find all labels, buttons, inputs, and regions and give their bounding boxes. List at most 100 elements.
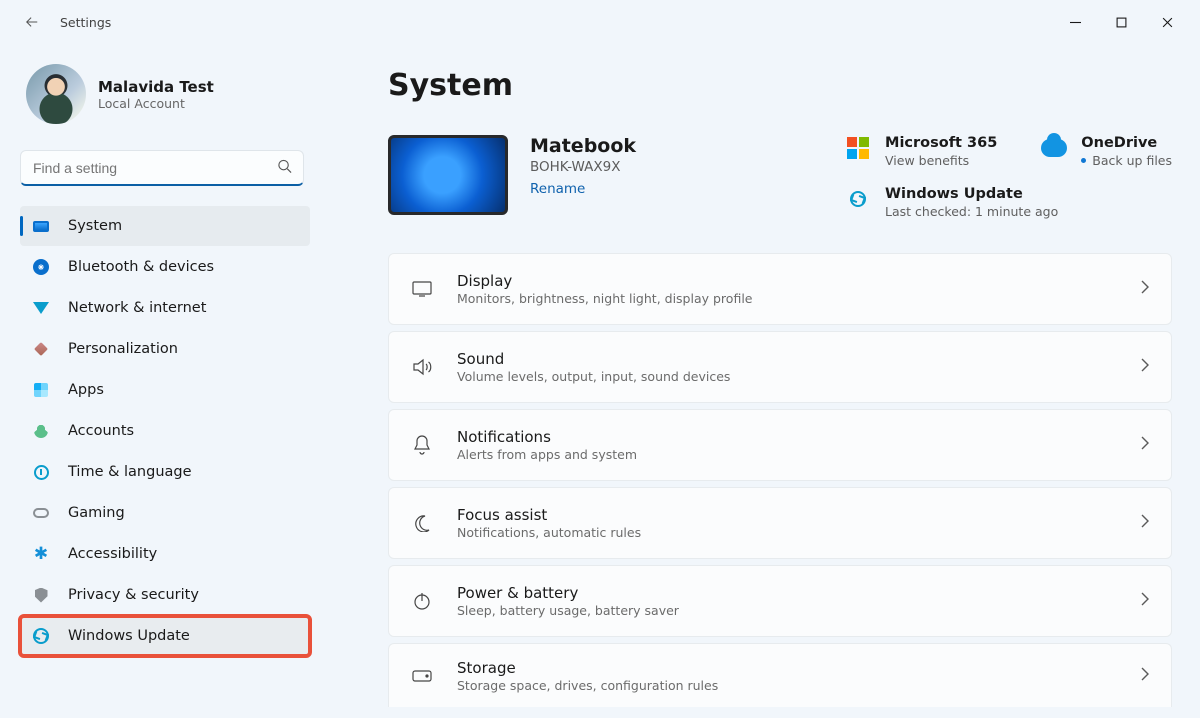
window-maximize-button[interactable] <box>1098 7 1144 37</box>
app-title: Settings <box>60 15 111 30</box>
main-content: System Matebook BOHK-WAX9X Rename Micros… <box>320 44 1200 707</box>
card-title: Notifications <box>457 428 637 446</box>
update-icon <box>845 186 871 212</box>
card-storage[interactable]: StorageStorage space, drives, configurat… <box>388 643 1172 707</box>
bell-icon <box>411 435 433 455</box>
promo-title: Microsoft 365 <box>885 135 997 151</box>
search-icon <box>277 159 292 178</box>
chevron-right-icon <box>1141 667 1149 685</box>
promo-windows-update[interactable]: Windows Update Last checked: 1 minute ag… <box>845 186 1172 219</box>
card-notifications[interactable]: NotificationsAlerts from apps and system <box>388 409 1172 481</box>
rename-link[interactable]: Rename <box>530 181 636 197</box>
apps-icon <box>32 381 50 399</box>
card-sub: Sleep, battery usage, battery saver <box>457 603 679 618</box>
chevron-right-icon <box>1141 280 1149 298</box>
power-icon <box>411 592 433 610</box>
card-sub: Alerts from apps and system <box>457 447 637 462</box>
display-icon <box>411 281 433 297</box>
sidebar-item-personalization[interactable]: Personalization <box>20 329 310 369</box>
accessibility-icon: ✱ <box>32 545 50 563</box>
moon-icon <box>411 514 433 532</box>
nav: System ⁕ Bluetooth & devices Network & i… <box>20 206 310 656</box>
search-input[interactable] <box>20 150 304 186</box>
card-focus[interactable]: Focus assistNotifications, automatic rul… <box>388 487 1172 559</box>
sidebar-item-privacy[interactable]: Privacy & security <box>20 575 310 615</box>
card-power[interactable]: Power & batterySleep, battery usage, bat… <box>388 565 1172 637</box>
card-display[interactable]: DisplayMonitors, brightness, night light… <box>388 253 1172 325</box>
maximize-icon <box>1116 17 1127 28</box>
promo-sub: Back up files <box>1081 153 1172 168</box>
promo-title: Windows Update <box>885 186 1058 202</box>
promo-microsoft365[interactable]: Microsoft 365 View benefits <box>845 135 997 168</box>
titlebar: Settings <box>0 0 1200 44</box>
card-title: Storage <box>457 659 718 677</box>
search-wrap <box>20 150 304 186</box>
card-sub: Storage space, drives, configuration rul… <box>457 678 718 693</box>
shield-icon <box>32 586 50 604</box>
sidebar-item-label: Accessibility <box>68 546 157 562</box>
chevron-right-icon <box>1141 358 1149 376</box>
sidebar: Malavida Test Local Account System ⁕ Blu… <box>0 44 320 707</box>
profile-block[interactable]: Malavida Test Local Account <box>20 60 310 134</box>
sidebar-item-gaming[interactable]: Gaming <box>20 493 310 533</box>
promo-sub: Last checked: 1 minute ago <box>885 204 1058 219</box>
sidebar-item-time[interactable]: Time & language <box>20 452 310 492</box>
sidebar-item-label: System <box>68 218 122 234</box>
window-close-button[interactable] <box>1144 7 1190 37</box>
sidebar-item-label: Time & language <box>68 464 192 480</box>
arrow-left-icon <box>25 15 39 29</box>
sidebar-item-accessibility[interactable]: ✱ Accessibility <box>20 534 310 574</box>
microsoft-logo-icon <box>845 135 871 161</box>
sidebar-item-label: Windows Update <box>68 628 190 644</box>
sidebar-item-accounts[interactable]: Accounts <box>20 411 310 451</box>
sidebar-item-label: Network & internet <box>68 300 206 316</box>
promo-sub: View benefits <box>885 153 997 168</box>
update-icon <box>32 627 50 645</box>
sidebar-item-label: Personalization <box>68 341 178 357</box>
window-minimize-button[interactable] <box>1052 7 1098 37</box>
card-title: Power & battery <box>457 584 679 602</box>
card-title: Focus assist <box>457 506 641 524</box>
sidebar-item-windows-update[interactable]: Windows Update <box>20 616 310 656</box>
sound-icon <box>411 358 433 376</box>
card-sound[interactable]: SoundVolume levels, output, input, sound… <box>388 331 1172 403</box>
personalization-icon <box>32 340 50 358</box>
avatar <box>26 64 86 124</box>
sidebar-item-network[interactable]: Network & internet <box>20 288 310 328</box>
profile-name: Malavida Test <box>98 78 214 96</box>
chevron-right-icon <box>1141 592 1149 610</box>
onedrive-icon <box>1041 135 1067 161</box>
time-icon <box>32 463 50 481</box>
card-title: Display <box>457 272 752 290</box>
sidebar-item-label: Privacy & security <box>68 587 199 603</box>
chevron-right-icon <box>1141 436 1149 454</box>
card-title: Sound <box>457 350 730 368</box>
storage-icon <box>411 670 433 682</box>
bluetooth-icon: ⁕ <box>32 258 50 276</box>
chevron-right-icon <box>1141 514 1149 532</box>
sidebar-item-bluetooth[interactable]: ⁕ Bluetooth & devices <box>20 247 310 287</box>
page-title: System <box>388 68 1172 103</box>
sidebar-item-apps[interactable]: Apps <box>20 370 310 410</box>
card-sub: Monitors, brightness, night light, displ… <box>457 291 752 306</box>
close-icon <box>1162 17 1173 28</box>
minimize-icon <box>1070 17 1081 28</box>
wifi-icon <box>32 299 50 317</box>
promo-title: OneDrive <box>1081 135 1172 151</box>
settings-list: DisplayMonitors, brightness, night light… <box>388 253 1172 707</box>
card-sub: Notifications, automatic rules <box>457 525 641 540</box>
profile-sub: Local Account <box>98 96 214 111</box>
sidebar-item-label: Apps <box>68 382 104 398</box>
promo-onedrive[interactable]: OneDrive Back up files <box>1041 135 1172 168</box>
back-button[interactable] <box>16 6 48 38</box>
device-name: Matebook <box>530 135 636 157</box>
gaming-icon <box>32 504 50 522</box>
device-thumbnail <box>388 135 508 215</box>
sidebar-item-system[interactable]: System <box>20 206 310 246</box>
accounts-icon <box>32 422 50 440</box>
device-model: BOHK-WAX9X <box>530 159 636 175</box>
sidebar-item-label: Bluetooth & devices <box>68 259 214 275</box>
system-icon <box>32 217 50 235</box>
card-sub: Volume levels, output, input, sound devi… <box>457 369 730 384</box>
sidebar-item-label: Gaming <box>68 505 125 521</box>
